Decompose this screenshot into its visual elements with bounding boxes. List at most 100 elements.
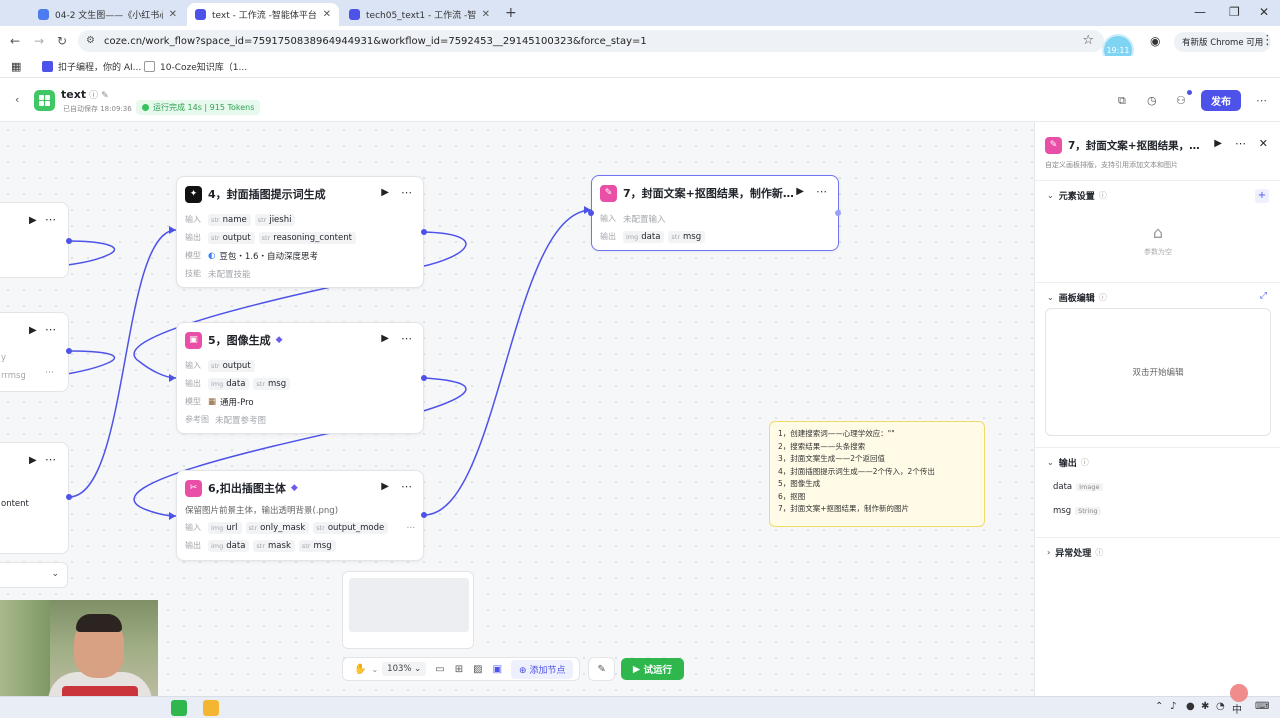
section-header[interactable]: ⌄ 画板编辑 ⓘ bbox=[1047, 291, 1107, 304]
wechat-icon[interactable] bbox=[171, 700, 187, 716]
collapsed-dropdown[interactable]: ⌄ bbox=[0, 562, 68, 588]
history-icon[interactable]: ◷ bbox=[1147, 94, 1157, 107]
output-port[interactable] bbox=[66, 348, 72, 354]
output-port[interactable] bbox=[421, 375, 427, 381]
profile-icon[interactable]: ◉ bbox=[1150, 34, 1160, 48]
publish-button[interactable]: 发布 bbox=[1201, 90, 1241, 111]
run-node-icon[interactable]: ▶ bbox=[1214, 138, 1222, 149]
output-port[interactable] bbox=[421, 229, 427, 235]
wechat-tray-icon[interactable]: ● bbox=[1186, 701, 1195, 712]
forward-icon[interactable]: → bbox=[34, 34, 44, 48]
node-more-icon[interactable]: ⋯ bbox=[401, 332, 413, 345]
close-tab-icon[interactable]: ✕ bbox=[169, 9, 177, 20]
run-node-icon[interactable]: ▶ bbox=[29, 455, 37, 466]
node-more-icon[interactable]: ⋯ bbox=[401, 480, 413, 493]
partial-node-3[interactable]: ▶ ⋯ ontent bbox=[0, 442, 69, 554]
tray-up-icon[interactable]: ⌃ bbox=[1155, 701, 1163, 712]
back-icon[interactable]: ← bbox=[10, 34, 20, 48]
section-header[interactable]: ⌄ 输出 ⓘ bbox=[1047, 456, 1089, 469]
node-6-cutout[interactable]: ✂ 6,扣出插图主体 ◆ ▶ ⋯ 保留图片前景主体，输出透明背景(.png) 输… bbox=[176, 470, 424, 561]
copy-icon[interactable]: ⧉ bbox=[1118, 94, 1126, 108]
close-tab-icon[interactable]: ✕ bbox=[323, 9, 331, 20]
chrome-menu-icon[interactable]: ⋮ bbox=[1261, 33, 1274, 48]
browser-tab-1[interactable]: 04-2 文生图——《小红书心理 ✕ bbox=[30, 3, 185, 26]
pointer-mode-icon[interactable]: ✋ bbox=[354, 664, 366, 675]
canvas-edit-area[interactable]: 双击开始编辑 bbox=[1045, 308, 1271, 436]
sticky-note[interactable]: 1，创建搜索词——心理学效应："" 2，搜索结果——头条搜索 3，封面文案生成—… bbox=[769, 421, 985, 527]
partial-node-1[interactable]: ▶ ⋯ bbox=[0, 202, 69, 278]
partial-node-2[interactable]: ▶ ⋯ y rrmsg ⋯ bbox=[0, 312, 69, 392]
microphone-icon[interactable]: ♪ bbox=[1170, 701, 1176, 712]
restore-icon[interactable]: ❐ bbox=[1229, 5, 1240, 19]
node-more-icon[interactable]: ⋯ bbox=[45, 368, 54, 378]
minimap-toggle-icon[interactable]: ▣ bbox=[493, 664, 502, 675]
add-node-button[interactable]: ⊕ 添加节点 bbox=[511, 659, 574, 679]
output-port[interactable] bbox=[835, 210, 841, 216]
chrome-update-button[interactable]: 有新版 Chrome 可用 bbox=[1174, 32, 1272, 52]
node-more-icon[interactable]: ⋯ bbox=[45, 213, 56, 226]
keyboard-icon[interactable]: ⌨ bbox=[1255, 701, 1269, 712]
collaborators-icon[interactable]: ⚇ bbox=[1176, 94, 1186, 107]
run-node-icon[interactable]: ▶ bbox=[381, 187, 389, 198]
run-node-icon[interactable]: ▶ bbox=[29, 325, 37, 336]
close-tab-icon[interactable]: ✕ bbox=[482, 9, 490, 20]
add-element-icon[interactable]: + bbox=[1255, 189, 1269, 203]
bookmark-2[interactable]: 10-Coze知识库（1... bbox=[144, 60, 247, 73]
node-7-canvas-compose[interactable]: ✎ 7，封面文案+抠图结果，制作新… ▶ ⋯ 输入 未配置输入 输出 img da… bbox=[591, 175, 839, 251]
panel-more-icon[interactable]: ⋯ bbox=[1235, 137, 1246, 150]
comment-icon[interactable]: ▭ bbox=[435, 664, 444, 675]
browser-tab-3[interactable]: tech05_text1 - 工作流 -智能体 ✕ bbox=[341, 3, 498, 26]
network-icon[interactable]: ◔ bbox=[1216, 701, 1225, 712]
output-port[interactable] bbox=[66, 238, 72, 244]
more-params-icon[interactable]: ⋯ bbox=[407, 523, 416, 533]
test-run-button[interactable]: ▶ 试运行 bbox=[620, 658, 684, 680]
new-tab-icon[interactable]: + bbox=[505, 5, 517, 21]
run-node-icon[interactable]: ▶ bbox=[381, 481, 389, 492]
info-icon[interactable]: ⓘ bbox=[1099, 190, 1107, 201]
reload-icon[interactable]: ↻ bbox=[57, 34, 67, 48]
info-icon[interactable]: ⓘ bbox=[1095, 547, 1103, 558]
output-port[interactable] bbox=[421, 512, 427, 518]
debug-icon[interactable]: ✎ bbox=[597, 664, 605, 675]
site-info-icon[interactable]: ⚙ bbox=[86, 35, 95, 46]
node-more-icon[interactable]: ⋯ bbox=[45, 453, 56, 466]
chevron-down-icon[interactable]: ⌄ bbox=[371, 665, 378, 674]
expand-icon[interactable]: ⤢ bbox=[1260, 291, 1267, 301]
more-icon[interactable]: ⋯ bbox=[1256, 94, 1267, 107]
bluetooth-icon[interactable]: ✱ bbox=[1201, 701, 1209, 712]
empty-box-icon: ⌂ bbox=[1152, 223, 1164, 242]
info-icon[interactable]: ⓘ bbox=[1099, 292, 1107, 303]
edit-icon[interactable]: ✎ bbox=[101, 91, 109, 101]
input-port[interactable] bbox=[588, 210, 594, 216]
run-node-icon[interactable]: ▶ bbox=[29, 215, 37, 226]
info-icon[interactable]: ⓘ bbox=[89, 91, 98, 101]
bookmark-1[interactable]: 扣子编程，你的 AI... bbox=[42, 60, 141, 73]
close-panel-icon[interactable]: ✕ bbox=[1259, 137, 1268, 150]
node-more-icon[interactable]: ⋯ bbox=[816, 185, 828, 198]
node-more-icon[interactable]: ⋯ bbox=[45, 323, 56, 336]
url-omnibox[interactable]: ⚙ coze.cn/work_flow?space_id=75917508389… bbox=[78, 30, 1104, 52]
minimize-icon[interactable]: — bbox=[1194, 5, 1206, 19]
node-4-prompt-generation[interactable]: ✦ 4，封面插图提示词生成 ▶ ⋯ 输入 str name str jieshi 输… bbox=[176, 176, 424, 288]
floating-assistant-icon[interactable] bbox=[1230, 684, 1248, 702]
zoom-select[interactable]: 103% ⌄ bbox=[382, 662, 427, 676]
node-5-image-generation[interactable]: ▣ 5，图像生成 ◆ ▶ ⋯ 输入 str output 输出 img data s… bbox=[176, 322, 424, 434]
workflow-canvas[interactable]: ▶ ⋯ ▶ ⋯ y rrmsg ⋯ ▶ ⋯ ontent ✦ 4，封面插图提示词… bbox=[0, 122, 1034, 696]
image-icon[interactable]: ▨ bbox=[473, 664, 482, 675]
run-node-icon[interactable]: ▶ bbox=[796, 186, 804, 197]
bookmark-star-icon[interactable]: ☆ bbox=[1082, 33, 1094, 48]
section-header[interactable]: › 异常处理 ⓘ bbox=[1047, 546, 1103, 559]
apps-grid-icon[interactable]: ▦ bbox=[11, 60, 21, 73]
node-more-icon[interactable]: ⋯ bbox=[401, 186, 413, 199]
browser-tab-2[interactable]: text - 工作流 -智能体平台 ✕ bbox=[187, 3, 339, 26]
back-arrow-icon[interactable]: ‹ bbox=[15, 93, 19, 106]
output-port[interactable] bbox=[66, 494, 72, 500]
info-icon[interactable]: ⓘ bbox=[1081, 457, 1089, 468]
minimap[interactable] bbox=[342, 571, 474, 649]
section-header[interactable]: ⌄ 元素设置 ⓘ bbox=[1047, 189, 1107, 202]
ime-indicator[interactable]: 中 bbox=[1232, 701, 1242, 716]
close-window-icon[interactable]: ✕ bbox=[1259, 5, 1269, 19]
file-explorer-icon[interactable] bbox=[203, 700, 219, 716]
layout-icon[interactable]: ⊞ bbox=[455, 664, 463, 675]
run-node-icon[interactable]: ▶ bbox=[381, 333, 389, 344]
